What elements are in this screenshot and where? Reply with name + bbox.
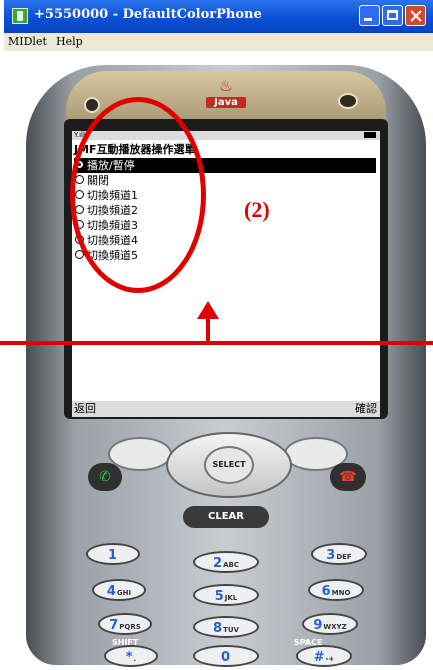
close-button[interactable]	[405, 5, 426, 26]
menu-help[interactable]: Help	[56, 35, 83, 48]
app-icon	[12, 8, 28, 24]
power-indicator-icon	[84, 97, 100, 113]
menu-bar: MIDlet Help	[4, 33, 433, 51]
annotation-ellipse	[70, 97, 206, 293]
key-5[interactable]: 5JKL	[193, 584, 259, 606]
key-8[interactable]: 8TUV	[193, 616, 259, 638]
key-hash[interactable]: #-+	[296, 645, 352, 667]
annotation-line	[0, 341, 433, 345]
key-star[interactable]: *.	[104, 645, 158, 667]
clear-button[interactable]: CLEAR	[183, 506, 269, 528]
shift-label: SHIFT	[112, 638, 139, 647]
menu-midlet[interactable]: MIDlet	[8, 35, 47, 48]
emulator-window: +5550000 - DefaultColorPhone MIDlet Help…	[4, 0, 433, 667]
key-3[interactable]: 3DEF	[311, 543, 367, 565]
key-6[interactable]: 6MNO	[308, 579, 364, 601]
softkey-bar: 返回 確認	[72, 401, 380, 417]
phone-hangup-icon: ☎	[339, 469, 357, 485]
battery-icon	[364, 132, 376, 138]
space-label: SPACE	[294, 638, 323, 647]
select-button[interactable]: SELECT	[204, 446, 254, 484]
window-title: +5550000 - DefaultColorPhone	[34, 7, 262, 22]
end-call-button[interactable]: ☎	[330, 463, 366, 491]
key-4[interactable]: 4GHI	[92, 579, 146, 601]
java-logo: ♨ Java	[206, 77, 246, 111]
java-logo-text: Java	[206, 97, 246, 108]
softkey-left-label[interactable]: 返回	[74, 401, 96, 417]
call-button[interactable]: ✆	[88, 463, 122, 491]
power-button[interactable]	[338, 93, 358, 109]
key-1[interactable]: 1	[86, 543, 140, 565]
java-cup-icon: ♨	[218, 76, 234, 95]
key-7[interactable]: 7PQRS	[98, 613, 152, 635]
phone-call-icon: ✆	[99, 469, 111, 485]
key-0[interactable]: 0	[193, 645, 259, 667]
emulator-client-area: ♨ Java Y.ıll JMF互動播放器操作選單 播放/暫停 關閉 切換頻道1…	[4, 51, 433, 667]
maximize-button[interactable]	[382, 5, 403, 26]
minimize-button[interactable]	[359, 5, 380, 26]
softkey-right-label[interactable]: 確認	[355, 401, 377, 417]
title-bar[interactable]: +5550000 - DefaultColorPhone	[4, 0, 433, 33]
key-2[interactable]: 2ABC	[193, 551, 259, 573]
key-9[interactable]: 9WXYZ	[302, 613, 358, 635]
annotation-arrow-head	[197, 301, 219, 319]
annotation-label: (2)	[244, 197, 270, 222]
